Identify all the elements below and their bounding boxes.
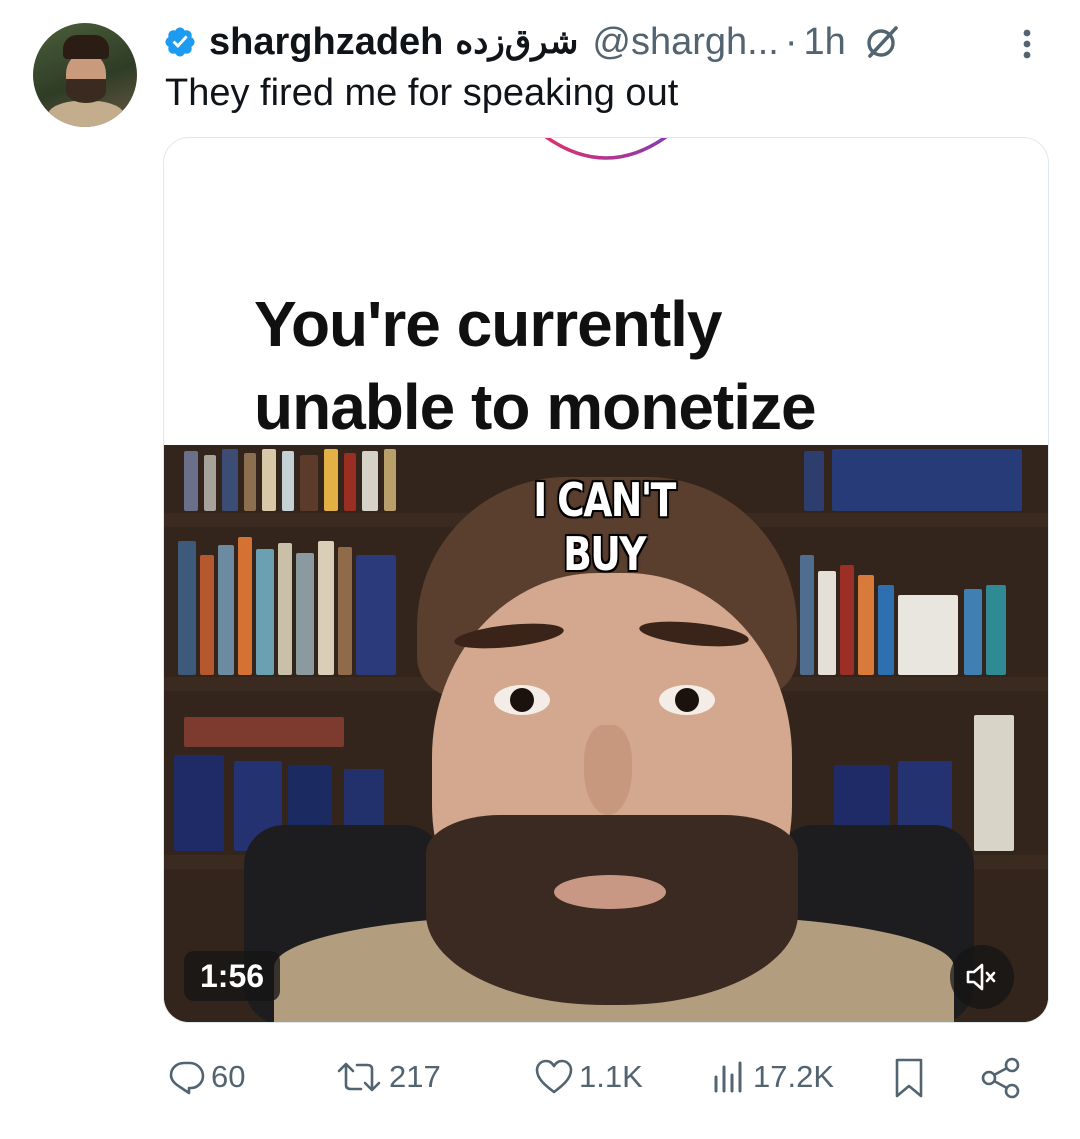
video-headline: You're currently unable to monetize: [254, 283, 974, 449]
person-eye-left: [494, 685, 550, 715]
headline-line-1: You're currently: [254, 288, 723, 360]
video-duration: 1:56: [184, 951, 281, 1001]
avatar-shoulders: [47, 101, 125, 127]
reply-button[interactable]: 60: [167, 1052, 245, 1102]
repost-icon: [337, 1062, 381, 1092]
mute-button[interactable]: [950, 945, 1014, 1009]
tweet-timestamp[interactable]: 1h: [804, 21, 846, 64]
share-icon[interactable]: [979, 1056, 1023, 1100]
avatar-cap: [63, 35, 109, 59]
views-button[interactable]: 17.2K: [709, 1052, 834, 1102]
tweet-header: sharghzadeh شرق‌زده @shargh... · 1h: [163, 18, 902, 66]
person-beard: [426, 815, 798, 1005]
speaker-muted-icon: [966, 963, 996, 991]
profile-ring-arc: [544, 138, 668, 160]
headline-line-2: unable to monetize: [254, 371, 817, 444]
author-name-persian[interactable]: شرق‌زده: [455, 22, 578, 62]
verified-badge-icon[interactable]: [163, 25, 197, 59]
person-nose: [584, 725, 632, 815]
person-mouth: [554, 875, 666, 909]
heart-icon: [535, 1059, 573, 1094]
repost-button[interactable]: 217: [333, 1052, 441, 1102]
more-options-icon[interactable]: [1012, 24, 1042, 64]
author-handle[interactable]: @shargh...: [592, 21, 778, 64]
author-name[interactable]: sharghzadeh: [209, 21, 443, 64]
avatar-beard: [66, 79, 106, 103]
author-avatar[interactable]: [33, 23, 137, 127]
like-count: 1.1K: [579, 1059, 643, 1094]
tweet-text: They fired me for speaking out: [165, 72, 679, 114]
grok-icon[interactable]: [862, 22, 902, 62]
bookmark-icon[interactable]: [889, 1056, 929, 1100]
repost-count: 217: [389, 1059, 441, 1094]
video-card[interactable]: You're currently unable to monetize I CA…: [163, 137, 1049, 1023]
analytics-icon: [714, 1061, 742, 1093]
view-count: 17.2K: [753, 1059, 835, 1094]
reply-count: 60: [211, 1059, 246, 1094]
tweet-actions: 60 217 1.1K 17.2K: [163, 1052, 1049, 1102]
video-player[interactable]: I CAN'T BUY 1:56: [164, 445, 1048, 1022]
reply-icon: [169, 1061, 205, 1095]
time-separator: ·: [784, 20, 798, 63]
like-button[interactable]: 1.1K: [533, 1052, 643, 1102]
video-caption: I CAN'T BUY: [533, 473, 676, 581]
person-eye-right: [659, 685, 715, 715]
